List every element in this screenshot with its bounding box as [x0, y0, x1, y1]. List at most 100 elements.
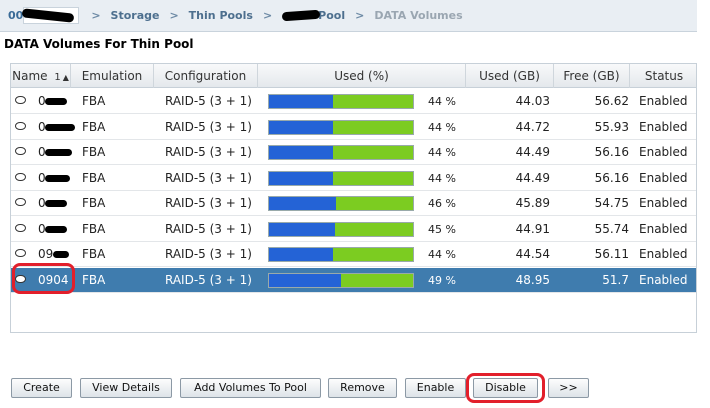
redacted-text — [53, 251, 69, 258]
breadcrumb-separator: > — [91, 9, 101, 22]
configuration-cell: RAID-5 (3 + 1) — [165, 170, 252, 185]
row-select-radio[interactable] — [15, 121, 26, 130]
configuration-cell: RAID-5 (3 + 1) — [165, 221, 252, 236]
status-cell: Enabled — [639, 94, 688, 108]
column-header-used-gb[interactable]: Used (GB) — [466, 64, 554, 88]
usage-bar-used — [269, 248, 333, 261]
free-gb-cell: 55.74 — [594, 221, 629, 236]
remove-button[interactable]: Remove — [328, 378, 397, 398]
redacted-text — [45, 225, 67, 233]
column-header-status[interactable]: Status — [630, 64, 698, 88]
used-percent-cell: 44 % — [428, 146, 456, 159]
column-header-name[interactable]: Name 1 ▲ — [11, 64, 71, 88]
row-select-radio[interactable] — [15, 147, 26, 155]
breadcrumb: 00 > Storage > Thin Pools > Pool > DATA … — [0, 0, 697, 32]
column-header-configuration[interactable]: Configuration — [154, 64, 258, 88]
free-gb-cell: 56.16 — [594, 170, 629, 185]
configuration-cell: RAID-5 (3 + 1) — [165, 247, 252, 261]
emulation-cell: FBA — [82, 221, 106, 236]
usage-bar-free — [333, 146, 413, 159]
usage-bar-free — [333, 95, 413, 108]
status-cell: Enabled — [639, 221, 688, 236]
used-percent-cell: 49 % — [428, 273, 456, 287]
redacted-text — [281, 9, 321, 22]
table-row[interactable]: 0 FBA RAID-5 (3 + 1) 44 % 44.03 56.62 Enabled — [11, 89, 696, 114]
emulation-cell: FBA — [82, 145, 106, 159]
row-select-radio[interactable] — [15, 172, 26, 181]
table-row[interactable]: 0 FBA RAID-5 (3 + 1) 44 % 44.49 56.16 Enabled — [11, 140, 696, 165]
table-row[interactable]: 0904 FBA RAID-5 (3 + 1) 49 % 48.95 51.7 Enable… — [11, 267, 696, 293]
usage-bar-used — [269, 120, 333, 134]
emulation-cell: FBA — [82, 170, 106, 185]
status-cell: Enabled — [639, 247, 688, 261]
used-gb-cell: 44.54 — [515, 247, 550, 261]
add-volumes-to-pool-button[interactable]: Add Volumes To Pool — [180, 378, 321, 398]
used-gb-cell: 45.89 — [515, 196, 550, 210]
breadcrumb-root-prefix: 00 — [8, 9, 24, 22]
configuration-cell: RAID-5 (3 + 1) — [165, 196, 252, 210]
free-gb-cell: 55.93 — [594, 119, 629, 134]
enable-button[interactable]: Enable — [405, 378, 466, 398]
used-gb-cell: 44.91 — [515, 221, 550, 236]
breadcrumb-separator: > — [262, 9, 273, 22]
breadcrumb-thin-pools-link[interactable]: Thin Pools — [189, 9, 253, 22]
table-row[interactable]: 0 FBA RAID-5 (3 + 1) 46 % 45.89 54.75 Enabled — [11, 191, 696, 216]
create-button[interactable]: Create — [11, 378, 72, 398]
breadcrumb-pool-link[interactable]: Pool — [281, 9, 346, 22]
table-row[interactable]: 0 FBA RAID-5 (3 + 1) 44 % 44.49 56.16 Enabled — [11, 166, 696, 191]
breadcrumb-separator: > — [355, 9, 365, 22]
table-row[interactable]: 09 FBA RAID-5 (3 + 1) 44 % 44.54 56.11 Enabled — [11, 242, 696, 267]
table-row[interactable]: 0 FBA RAID-5 (3 + 1) 44 % 44.72 55.93 Enabled — [11, 115, 696, 140]
used-percent-cell: 44 % — [428, 120, 456, 134]
volume-name: 0904 — [38, 272, 69, 287]
emulation-cell: FBA — [82, 272, 106, 287]
action-button-bar: Create View Details Add Volumes To Pool … — [0, 378, 710, 400]
redacted-text — [23, 7, 80, 24]
usage-bar — [268, 221, 414, 237]
used-percent-cell: 46 % — [428, 197, 456, 210]
usage-bar-free — [335, 222, 413, 236]
used-percent-cell: 44 % — [428, 95, 456, 108]
row-select-radio[interactable] — [15, 96, 26, 104]
status-cell: Enabled — [639, 145, 688, 159]
redacted-text — [45, 123, 75, 131]
free-gb-cell: 51.7 — [602, 272, 629, 287]
emulation-cell: FBA — [82, 196, 106, 210]
usage-bar-used — [269, 222, 335, 236]
usage-bar — [268, 170, 414, 186]
row-select-radio[interactable] — [15, 249, 26, 257]
more-actions-button[interactable]: >> — [548, 378, 589, 398]
status-cell: Enabled — [639, 272, 688, 287]
page-title: DATA Volumes For Thin Pool — [4, 37, 194, 51]
breadcrumb-root-link[interactable]: 00 — [8, 7, 81, 24]
breadcrumb-current: DATA Volumes — [374, 9, 463, 22]
breadcrumb-pool-suffix: Pool — [318, 9, 346, 22]
usage-bar — [268, 247, 414, 262]
row-select-radio[interactable] — [15, 274, 26, 283]
used-percent-cell: 44 % — [428, 171, 456, 185]
column-header-free-gb[interactable]: Free (GB) — [554, 64, 630, 88]
redacted-text — [45, 174, 70, 182]
view-details-button[interactable]: View Details — [80, 378, 172, 398]
configuration-cell: RAID-5 (3 + 1) — [165, 272, 252, 287]
disable-button[interactable]: Disable — [473, 378, 538, 398]
used-gb-cell: 44.49 — [515, 145, 550, 159]
column-header-used-pct[interactable]: Used (%) — [258, 64, 466, 88]
table-row[interactable]: 0 FBA RAID-5 (3 + 1) 45 % 44.91 55.74 Enabled — [11, 217, 696, 242]
row-select-radio[interactable] — [15, 223, 26, 232]
usage-bar-free — [336, 197, 413, 210]
usage-bar-used — [269, 273, 341, 287]
emulation-cell: FBA — [82, 119, 106, 134]
usage-bar — [268, 272, 414, 288]
free-gb-cell: 56.11 — [594, 247, 629, 261]
used-percent-cell: 45 % — [428, 222, 456, 236]
breadcrumb-storage-link[interactable]: Storage — [111, 9, 160, 22]
status-cell: Enabled — [639, 170, 688, 185]
emulation-cell: FBA — [82, 94, 106, 108]
usage-bar — [268, 119, 414, 135]
column-header-emulation[interactable]: Emulation — [71, 64, 154, 88]
usage-bar — [268, 94, 414, 109]
configuration-cell: RAID-5 (3 + 1) — [165, 94, 252, 108]
free-gb-cell: 54.75 — [594, 196, 629, 210]
row-select-radio[interactable] — [15, 198, 26, 206]
